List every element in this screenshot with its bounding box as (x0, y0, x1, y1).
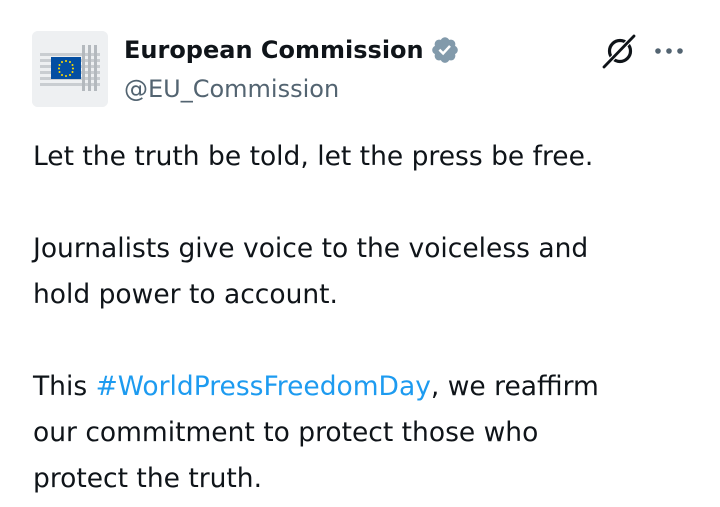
tweet-line: Journalists give voice to the voiceless … (33, 233, 589, 264)
author-display-name[interactable]: European Commission (124, 33, 424, 67)
author-name-row: European Commission (124, 33, 460, 67)
tweet-paragraph-2: Journalists give voice to the voiceless … (33, 226, 703, 318)
tweet-text-segment: , we reaffirm (430, 371, 599, 402)
tweet-text: Let the truth be told, let the press be … (33, 134, 703, 502)
tweet-line: Let the truth be told, let the press be … (33, 141, 594, 172)
tweet-paragraph-3: This #WorldPressFreedomDay, we reaffirm … (33, 364, 703, 502)
tweet-card: European Commission @EU_Commission Let t… (0, 0, 720, 507)
tweet-line: protect the truth. (33, 463, 263, 494)
tweet-paragraph-1: Let the truth be told, let the press be … (33, 134, 703, 180)
grok-icon[interactable] (600, 32, 640, 72)
author-handle[interactable]: @EU_Commission (124, 72, 339, 106)
avatar[interactable] (32, 31, 108, 107)
european-commission-logo-icon (32, 31, 108, 107)
verified-badge-icon[interactable] (430, 35, 460, 65)
tweet-text-segment: This (33, 371, 96, 402)
tweet-line: our commitment to protect those who (33, 417, 539, 448)
tweet-line: hold power to account. (33, 279, 338, 310)
hashtag-link[interactable]: #WorldPressFreedomDay (96, 371, 431, 402)
more-options-icon[interactable] (652, 36, 692, 66)
